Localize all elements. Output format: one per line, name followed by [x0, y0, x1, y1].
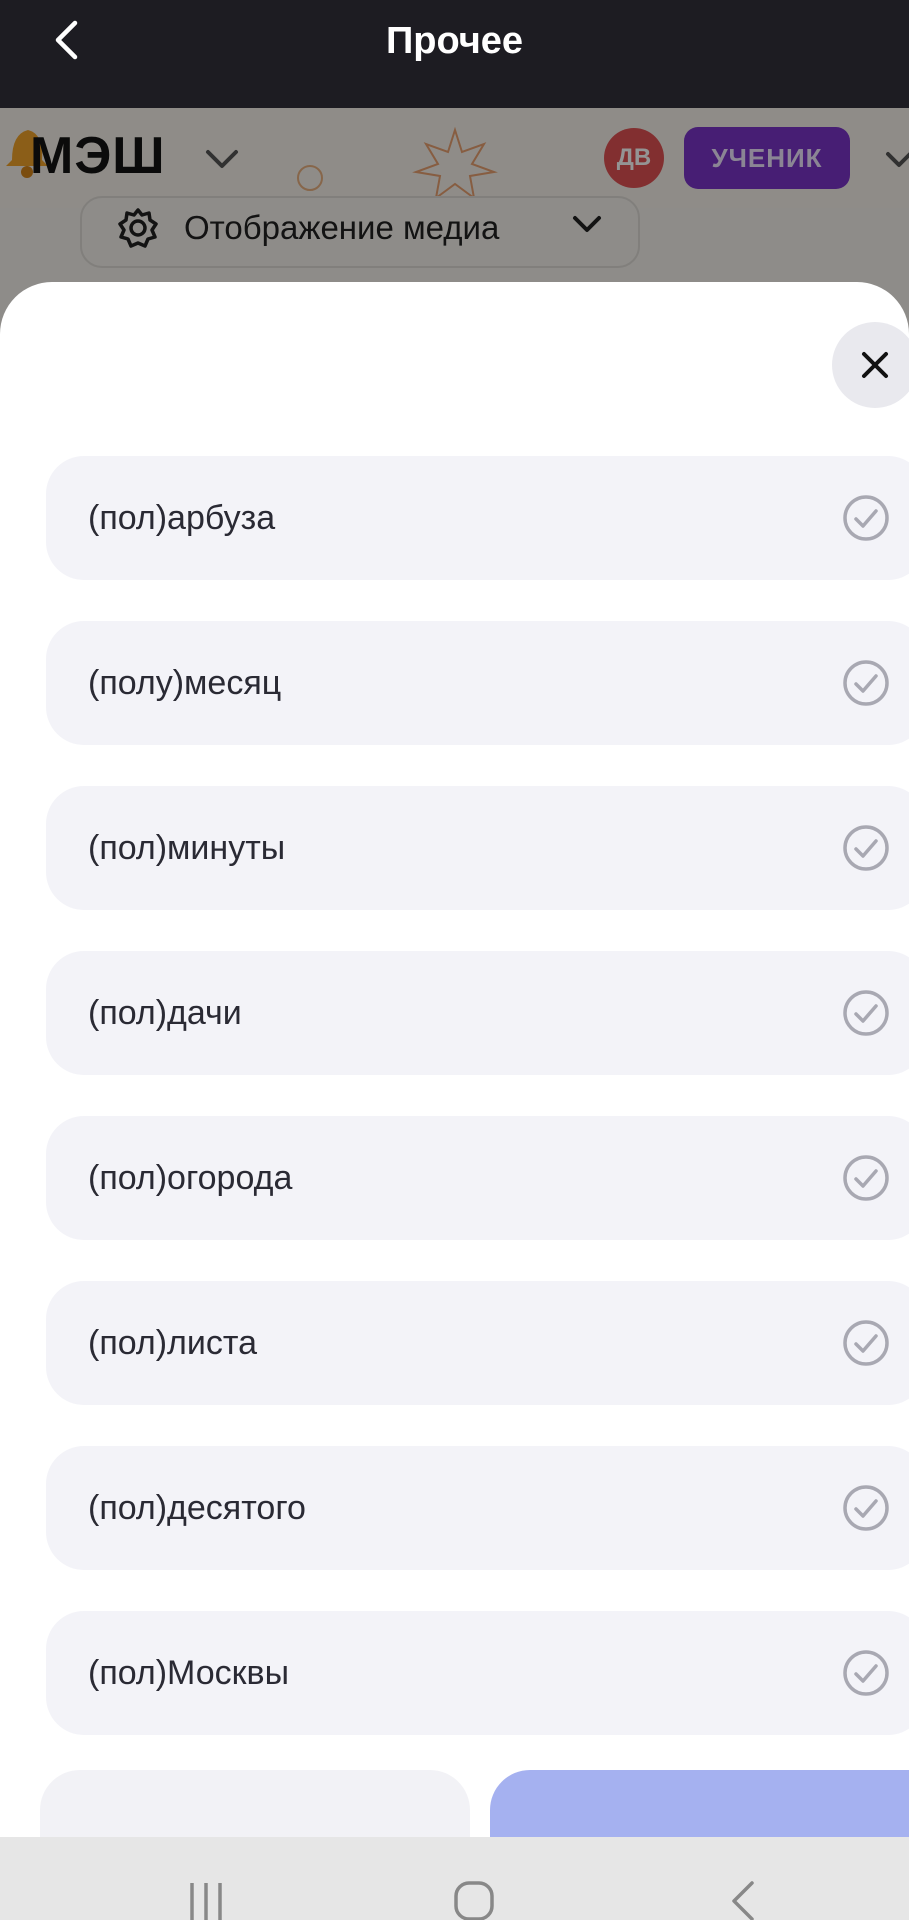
check-circle-icon	[843, 1485, 889, 1531]
options-list: (пол)арбуза (полу)месяц (пол)минуты (пол…	[46, 456, 909, 1776]
option-label: (пол)Москвы	[88, 1654, 290, 1692]
bottom-sheet: (пол)арбуза (полу)месяц (пол)минуты (пол…	[0, 282, 909, 1837]
secondary-button[interactable]	[40, 1770, 470, 1837]
check-circle-icon	[843, 495, 889, 541]
option-label: (пол)дачи	[88, 994, 242, 1032]
page-title: Прочее	[385, 20, 524, 62]
option-label: (пол)листа	[88, 1324, 257, 1362]
option-item[interactable]: (пол)Москвы	[46, 1611, 909, 1735]
check-circle-icon	[843, 990, 889, 1036]
option-item[interactable]: (пол)огорода	[46, 1116, 909, 1240]
option-label: (полу)месяц	[88, 664, 282, 702]
option-label: (пол)минуты	[88, 829, 286, 867]
option-label: (пол)десятого	[88, 1489, 306, 1527]
system-nav-bar	[0, 1837, 909, 1920]
recent-apps-icon[interactable]	[186, 1877, 226, 1920]
check-circle-icon	[843, 1155, 889, 1201]
option-item[interactable]: (пол)дачи	[46, 951, 909, 1075]
check-circle-icon	[843, 660, 889, 706]
top-app-bar: Прочее	[0, 0, 909, 108]
option-item[interactable]: (пол)арбуза	[46, 456, 909, 580]
option-label: (пол)огорода	[88, 1159, 293, 1197]
check-circle-icon	[843, 1320, 889, 1366]
option-label: (пол)арбуза	[88, 499, 276, 537]
option-item[interactable]: (пол)минуты	[46, 786, 909, 910]
primary-button[interactable]	[490, 1770, 909, 1837]
option-item[interactable]: (пол)десятого	[46, 1446, 909, 1570]
option-item[interactable]: (пол)листа	[46, 1281, 909, 1405]
home-icon[interactable]	[452, 1877, 496, 1920]
check-circle-icon	[843, 825, 889, 871]
option-item[interactable]: (полу)месяц	[46, 621, 909, 745]
check-circle-icon	[843, 1650, 889, 1696]
close-icon	[862, 352, 888, 378]
back-icon[interactable]	[726, 1877, 760, 1920]
close-button[interactable]	[832, 322, 909, 408]
